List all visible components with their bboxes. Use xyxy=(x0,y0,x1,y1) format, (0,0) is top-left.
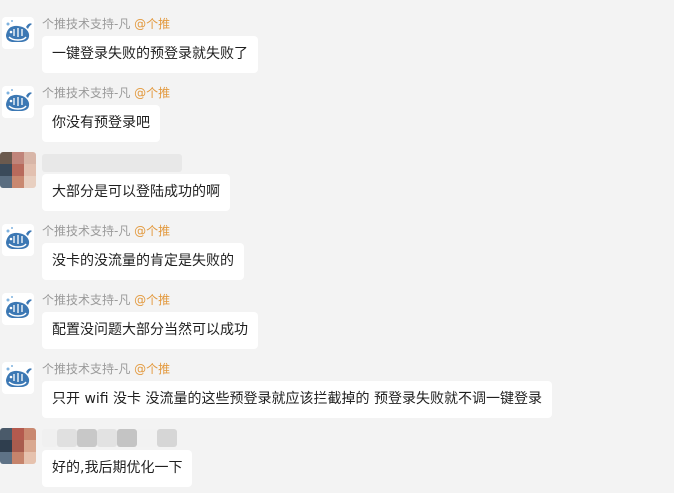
mention-link[interactable]: @个推 xyxy=(134,86,170,100)
sender-name[interactable]: 个推技术支持-凡 xyxy=(42,224,130,238)
bot-avatar[interactable] xyxy=(2,362,34,394)
bot-avatar[interactable] xyxy=(2,224,34,256)
whale-icon xyxy=(2,293,34,325)
bot-avatar[interactable] xyxy=(2,86,34,118)
sender-name[interactable]: 个推技术支持-凡 xyxy=(42,86,130,100)
sender-line: 个推技术支持-凡 @个推 xyxy=(42,17,170,31)
message-bubble[interactable]: 只开 wifi 没卡 没流量的这些预登录就应该拦截掉的 预登录失败就不调一键登录 xyxy=(42,381,552,418)
sender-line: 个推技术支持-凡 @个推 xyxy=(42,86,170,100)
user-avatar[interactable] xyxy=(0,152,36,188)
whale-icon xyxy=(2,17,34,49)
pixelated-photo-icon xyxy=(0,152,36,188)
message-bubble[interactable]: 一键登录失败的预登录就失败了 xyxy=(42,36,258,73)
chat-window: 个推技术支持-凡 @个推 一键登录失败的预登录就失败了 个推技术支持-凡 @个推… xyxy=(0,0,674,493)
message-bubble[interactable]: 好的,我后期优化一下 xyxy=(42,450,193,487)
sender-name[interactable]: 个推技术支持-凡 xyxy=(42,17,130,31)
mention-link[interactable]: @个推 xyxy=(134,293,170,307)
message-bubble[interactable]: 配置没问题大部分当然可以成功 xyxy=(42,312,258,349)
blurred-sender-name xyxy=(97,429,117,447)
blurred-sender-name xyxy=(157,429,177,447)
blurred-sender-name xyxy=(57,429,77,447)
sender-name[interactable]: 个推技术支持-凡 xyxy=(42,293,130,307)
pixelated-photo-icon xyxy=(0,428,36,464)
mention-link[interactable]: @个推 xyxy=(134,224,170,238)
blurred-sender-name xyxy=(77,429,97,447)
sender-line: 个推技术支持-凡 @个推 xyxy=(42,293,170,307)
message-bubble[interactable]: 没卡的没流量的肯定是失败的 xyxy=(42,243,244,280)
sender-name[interactable]: 个推技术支持-凡 xyxy=(42,362,130,376)
mention-link[interactable]: @个推 xyxy=(134,362,170,376)
bot-avatar[interactable] xyxy=(2,17,34,49)
sender-line: 个推技术支持-凡 @个推 xyxy=(42,224,170,238)
blurred-sender-name xyxy=(42,154,182,172)
sender-line: 个推技术支持-凡 @个推 xyxy=(42,362,170,376)
blurred-sender-name xyxy=(137,429,157,447)
message-bubble[interactable]: 你没有预登录吧 xyxy=(42,105,160,142)
whale-icon xyxy=(2,86,34,118)
bot-avatar[interactable] xyxy=(2,293,34,325)
mention-link[interactable]: @个推 xyxy=(134,17,170,31)
message-bubble[interactable]: 大部分是可以登陆成功的啊 xyxy=(42,174,230,211)
blurred-sender-name xyxy=(42,429,57,447)
blurred-sender-name xyxy=(117,429,137,447)
whale-icon xyxy=(2,224,34,256)
user-avatar[interactable] xyxy=(0,428,36,464)
whale-icon xyxy=(2,362,34,394)
